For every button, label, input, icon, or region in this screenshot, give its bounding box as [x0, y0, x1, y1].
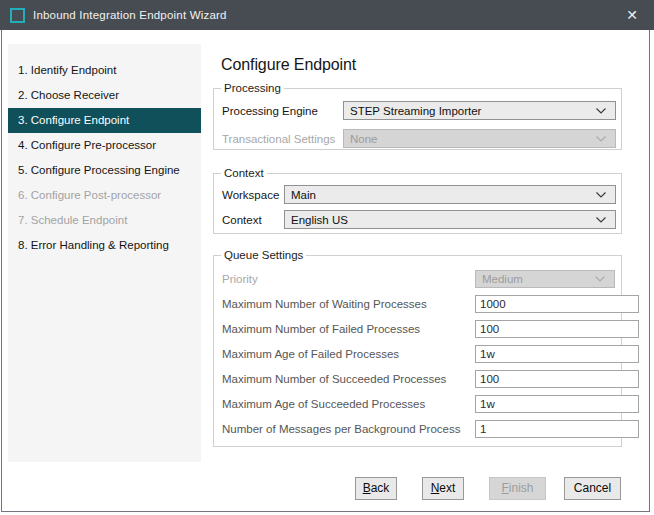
workspace-select[interactable]: Main — [284, 185, 616, 204]
priority-select: Medium — [475, 270, 615, 288]
max-failed-processes-input[interactable] — [475, 320, 639, 338]
sidebar-item-configure-post-processor[interactable]: 6. Configure Post-processor — [8, 183, 201, 208]
priority-row: Priority Medium — [222, 270, 615, 288]
max-age-failed-label: Maximum Age of Failed Processes — [222, 348, 475, 360]
queue-settings-group: Queue Settings Priority Medium Maximum N… — [213, 255, 622, 447]
app-icon — [10, 8, 25, 23]
max-age-failed-row: Maximum Age of Failed Processes — [222, 345, 615, 363]
back-button[interactable]: Back — [355, 477, 397, 500]
context-value: English US — [291, 214, 348, 226]
max-succeeded-processes-input[interactable] — [475, 370, 639, 388]
max-failed-processes-label: Maximum Number of Failed Processes — [222, 323, 475, 335]
max-age-succeeded-row: Maximum Age of Succeeded Processes — [222, 395, 615, 413]
sidebar-item-configure-pre-processor[interactable]: 4. Configure Pre-processor — [8, 133, 201, 158]
transactional-settings-row: Transactional Settings None — [222, 129, 616, 148]
max-age-succeeded-input[interactable] — [475, 395, 639, 413]
wizard-steps-sidebar: 1. Identify Endpoint 2. Choose Receiver … — [8, 44, 201, 462]
max-succeeded-processes-row: Maximum Number of Succeeded Processes — [222, 370, 615, 388]
max-age-failed-input[interactable] — [475, 345, 639, 363]
transactional-settings-value: None — [350, 133, 378, 145]
page-title: Configure Endpoint — [221, 56, 356, 74]
finish-button: Finish — [489, 477, 546, 500]
next-button[interactable]: Next — [422, 477, 464, 500]
queue-settings-group-title: Queue Settings — [221, 249, 306, 262]
transactional-settings-label: Transactional Settings — [222, 133, 343, 145]
processing-engine-value: STEP Streaming Importer — [350, 105, 481, 117]
max-waiting-processes-row: Maximum Number of Waiting Processes — [222, 295, 615, 313]
processing-engine-row: Processing Engine STEP Streaming Importe… — [222, 101, 616, 120]
max-waiting-processes-input[interactable] — [475, 295, 639, 313]
processing-engine-select[interactable]: STEP Streaming Importer — [343, 101, 616, 120]
processing-engine-label: Processing Engine — [222, 105, 343, 117]
max-age-succeeded-label: Maximum Age of Succeeded Processes — [222, 398, 475, 410]
priority-value: Medium — [482, 273, 523, 285]
messages-per-background-process-label: Number of Messages per Background Proces… — [222, 423, 475, 435]
sidebar-item-configure-endpoint[interactable]: 3. Configure Endpoint — [8, 108, 201, 133]
context-group-title: Context — [221, 167, 267, 180]
messages-per-background-process-input[interactable] — [475, 420, 639, 438]
transactional-settings-select: None — [343, 129, 616, 148]
context-group: Context Workspace Main Context English U… — [213, 173, 622, 234]
sidebar-item-identify-endpoint[interactable]: 1. Identify Endpoint — [8, 58, 201, 83]
sidebar-item-configure-processing-engine[interactable]: 5. Configure Processing Engine — [8, 158, 201, 183]
sidebar-item-error-handling[interactable]: 8. Error Handling & Reporting — [8, 233, 201, 258]
chevron-down-icon — [596, 192, 606, 198]
priority-label: Priority — [222, 273, 475, 285]
window-title: Inbound Integration Endpoint Wizard — [33, 9, 227, 21]
max-waiting-processes-label: Maximum Number of Waiting Processes — [222, 298, 475, 310]
context-row: Context English US — [222, 210, 616, 229]
processing-group: Processing Processing Engine STEP Stream… — [213, 88, 622, 150]
chevron-down-icon — [595, 276, 605, 282]
sidebar-item-schedule-endpoint[interactable]: 7. Schedule Endpoint — [8, 208, 201, 233]
cancel-button[interactable]: Cancel — [564, 477, 621, 500]
sidebar-item-choose-receiver[interactable]: 2. Choose Receiver — [8, 83, 201, 108]
max-failed-processes-row: Maximum Number of Failed Processes — [222, 320, 615, 338]
workspace-value: Main — [291, 189, 316, 201]
context-select[interactable]: English US — [284, 210, 616, 229]
context-label: Context — [222, 214, 284, 226]
processing-group-title: Processing — [221, 82, 284, 95]
close-icon[interactable]: ✕ — [624, 7, 640, 23]
chevron-down-icon — [596, 217, 606, 223]
titlebar: Inbound Integration Endpoint Wizard ✕ — [0, 0, 654, 30]
chevron-down-icon — [596, 136, 606, 142]
max-succeeded-processes-label: Maximum Number of Succeeded Processes — [222, 373, 475, 385]
workspace-row: Workspace Main — [222, 185, 616, 204]
chevron-down-icon — [596, 108, 606, 114]
messages-per-background-process-row: Number of Messages per Background Proces… — [222, 420, 615, 438]
workspace-label: Workspace — [222, 189, 284, 201]
